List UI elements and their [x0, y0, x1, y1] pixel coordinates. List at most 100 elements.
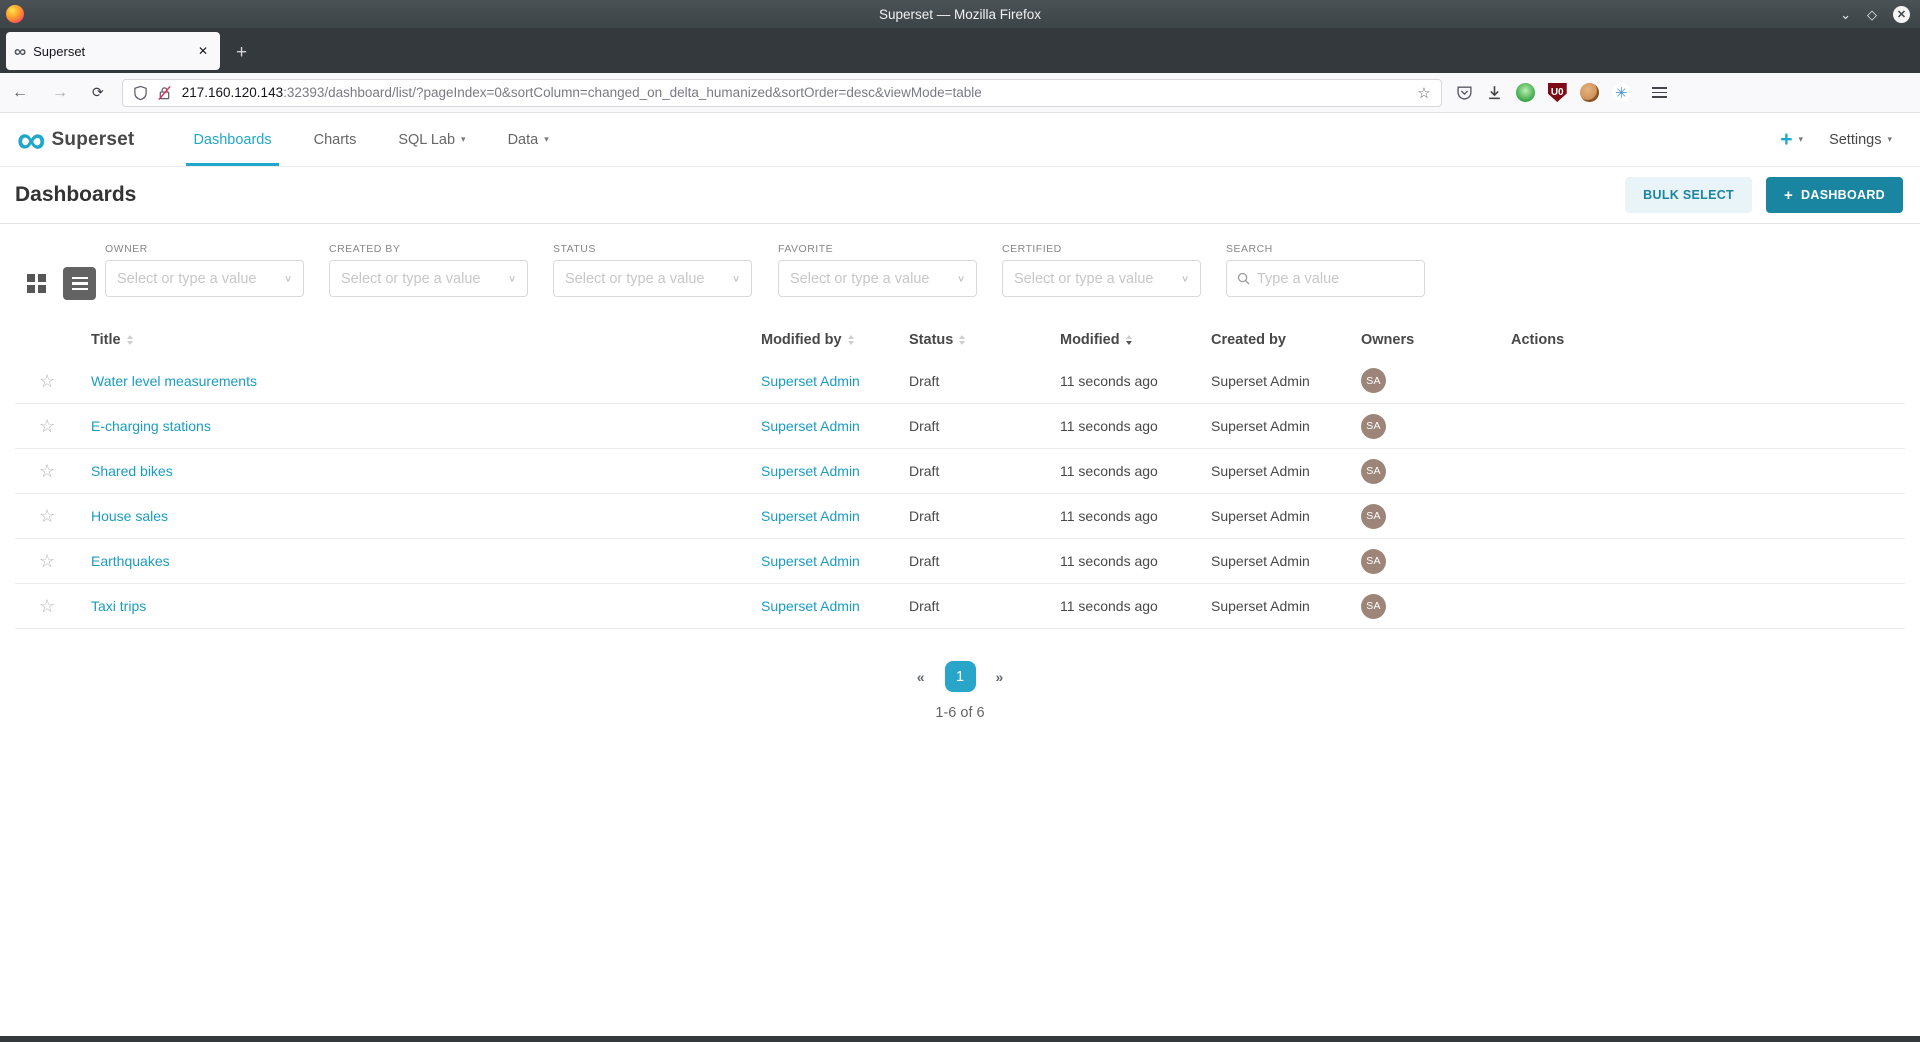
sort-icon	[1126, 335, 1132, 345]
status-select[interactable]: Select or type a value∨	[553, 260, 752, 297]
dashboard-title-link[interactable]: Water level measurements	[91, 373, 257, 389]
list-icon	[72, 277, 88, 291]
chevron-down-icon: ∨	[1181, 273, 1189, 283]
modified-by-link[interactable]: Superset Admin	[761, 463, 860, 479]
nav-item-data[interactable]: Data▾	[487, 113, 570, 166]
menu-icon[interactable]	[1646, 87, 1673, 98]
favorite-star-icon[interactable]: ☆	[39, 372, 55, 390]
favorite-star-icon[interactable]: ☆	[39, 417, 55, 435]
list-view-toggle[interactable]	[63, 267, 96, 300]
nav-item-label: Dashboards	[193, 132, 271, 148]
avatar[interactable]: SA	[1361, 504, 1386, 529]
superset-logo[interactable]: ∞ Superset	[17, 128, 134, 152]
status-badge: Draft	[893, 373, 1044, 389]
column-header-modified[interactable]: Modified	[1044, 332, 1195, 348]
column-header-title[interactable]: Title	[75, 332, 745, 348]
forward-button[interactable]: →	[40, 84, 80, 102]
table-row: ☆Taxi tripsSuperset AdminDraft11 seconds…	[15, 583, 1905, 628]
search-input[interactable]	[1257, 271, 1414, 287]
url-bar[interactable]: 217.160.120.143:32393/dashboard/list/?pa…	[122, 79, 1442, 107]
modified-timestamp: 11 seconds ago	[1044, 508, 1195, 524]
chevron-down-icon: ∨	[284, 273, 292, 283]
tab-close-icon[interactable]: ✕	[194, 42, 212, 60]
modified-timestamp: 11 seconds ago	[1044, 463, 1195, 479]
tab-bar: ∞ Superset ✕ +	[0, 28, 1920, 73]
maximize-icon[interactable]: ◇	[1867, 8, 1877, 21]
favorite-star-icon[interactable]: ☆	[39, 507, 55, 525]
url-text[interactable]: 217.160.120.143:32393/dashboard/list/?pa…	[182, 85, 1410, 100]
prev-page-button[interactable]: «	[907, 665, 935, 689]
avatar[interactable]: SA	[1361, 549, 1386, 574]
table-row: ☆Shared bikesSuperset AdminDraft11 secon…	[15, 448, 1905, 493]
modified-timestamp: 11 seconds ago	[1044, 553, 1195, 569]
dashboards-table: TitleModified byStatusModifiedCreated by…	[15, 322, 1905, 629]
next-page-button[interactable]: »	[986, 665, 1014, 689]
table-header-row: TitleModified byStatusModifiedCreated by…	[15, 322, 1905, 358]
avatar[interactable]: SA	[1361, 368, 1386, 393]
nav-item-sql-lab[interactable]: SQL Lab▾	[377, 113, 486, 166]
favorite-star-icon[interactable]: ☆	[39, 597, 55, 615]
back-button[interactable]: ←	[0, 84, 40, 102]
insecure-lock-icon[interactable]	[157, 85, 172, 101]
shield-icon[interactable]	[133, 85, 148, 101]
modified-by-link[interactable]: Superset Admin	[761, 553, 860, 569]
new-dashboard-button[interactable]: + DASHBOARD	[1766, 177, 1903, 213]
dashboard-title-link[interactable]: Shared bikes	[91, 463, 173, 479]
ublock-origin-icon[interactable]: U0	[1548, 83, 1567, 102]
search-filter: SEARCH	[1226, 243, 1425, 297]
new-tab-button[interactable]: +	[236, 43, 247, 62]
pocket-icon[interactable]	[1456, 84, 1473, 101]
created-by: Superset Admin	[1195, 418, 1345, 434]
avatar[interactable]: SA	[1361, 414, 1386, 439]
dashboard-title-link[interactable]: Taxi trips	[91, 598, 146, 614]
table-row: ☆E-charging stationsSuperset AdminDraft1…	[15, 403, 1905, 448]
privacy-extension-icon[interactable]	[1516, 83, 1535, 102]
avatar[interactable]: SA	[1361, 594, 1386, 619]
favorite-star-icon[interactable]: ☆	[39, 462, 55, 480]
favorite-select[interactable]: Select or type a value∨	[778, 260, 977, 297]
close-icon[interactable]: ✕	[1893, 6, 1910, 23]
avatar[interactable]: SA	[1361, 459, 1386, 484]
grid-icon	[27, 274, 46, 293]
page-title: Dashboards	[15, 183, 136, 207]
dashboard-title-link[interactable]: Earthquakes	[91, 553, 170, 569]
pagination: « 1 »	[0, 661, 1920, 692]
url-path: :32393/dashboard/list/?pageIndex=0&sortC…	[283, 85, 982, 100]
snowflake-extension-icon[interactable]: ✳	[1612, 83, 1631, 102]
url-host: 217.160.120.143	[182, 85, 283, 100]
created-by: Superset Admin	[1195, 463, 1345, 479]
certified-select[interactable]: Select or type a value∨	[1002, 260, 1201, 297]
bulk-select-button[interactable]: BULK SELECT	[1625, 177, 1752, 213]
page-1-button[interactable]: 1	[945, 661, 976, 692]
chevron-down-icon: ▾	[461, 134, 466, 145]
select-placeholder: Select or type a value	[117, 271, 284, 287]
modified-by-link[interactable]: Superset Admin	[761, 373, 860, 389]
new-item-menu[interactable]: + ▾	[1780, 129, 1803, 150]
modified-timestamp: 11 seconds ago	[1044, 418, 1195, 434]
favorite-star-icon[interactable]: ☆	[39, 552, 55, 570]
minimize-icon[interactable]: ⌄	[1840, 8, 1851, 21]
bookmark-star-icon[interactable]: ☆	[1417, 84, 1430, 102]
settings-menu[interactable]: Settings ▾	[1829, 132, 1892, 148]
dashboard-title-link[interactable]: E-charging stations	[91, 418, 211, 434]
filter-label: SEARCH	[1226, 243, 1425, 255]
created-by: Superset Admin	[1195, 553, 1345, 569]
card-view-toggle[interactable]	[20, 267, 53, 300]
filter-label: OWNER	[105, 243, 304, 255]
reload-button[interactable]: ⟳	[80, 84, 116, 101]
column-header-modified-by[interactable]: Modified by	[745, 332, 893, 348]
owner-select[interactable]: Select or type a value∨	[105, 260, 304, 297]
nav-item-dashboards[interactable]: Dashboards	[172, 113, 292, 166]
modified-by-link[interactable]: Superset Admin	[761, 418, 860, 434]
browser-tab-superset[interactable]: ∞ Superset ✕	[6, 32, 220, 70]
cookie-extension-icon[interactable]	[1580, 83, 1599, 102]
nav-item-label: Charts	[314, 132, 357, 148]
nav-item-charts[interactable]: Charts	[293, 113, 378, 166]
column-header-status[interactable]: Status	[893, 332, 1044, 348]
chevron-down-icon: ▾	[544, 134, 549, 145]
modified-by-link[interactable]: Superset Admin	[761, 508, 860, 524]
dashboard-title-link[interactable]: House sales	[91, 508, 168, 524]
modified-by-link[interactable]: Superset Admin	[761, 598, 860, 614]
created-by-select[interactable]: Select or type a value∨	[329, 260, 528, 297]
download-icon[interactable]	[1486, 84, 1503, 101]
